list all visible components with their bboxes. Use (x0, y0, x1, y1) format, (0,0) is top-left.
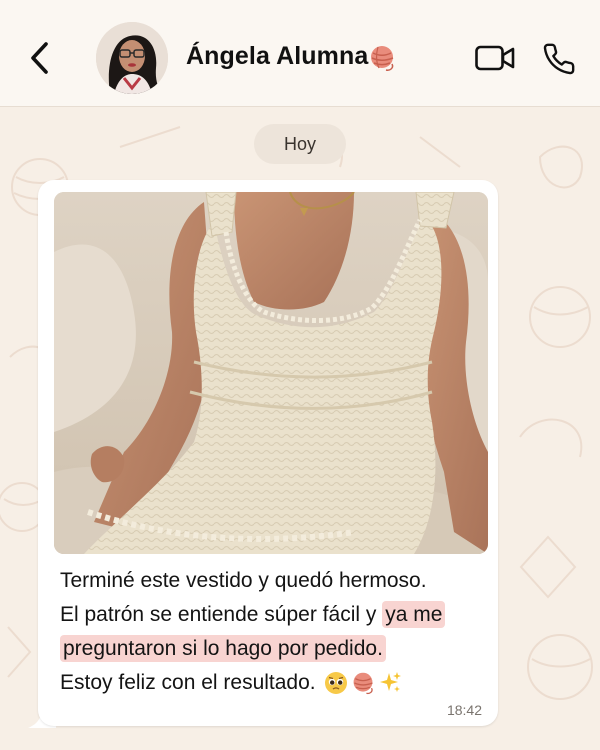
message-text-line-3: preguntaron si lo hago por pedido. (60, 632, 386, 666)
sparkles-icon (378, 671, 402, 695)
chat-header: Ángela Alumna (0, 0, 600, 107)
message-text-plain: El patrón se entiende súper fácil y (60, 603, 383, 626)
message-timestamp: 18:42 (446, 702, 482, 718)
phone-icon (543, 43, 575, 75)
yarn-ball-icon (351, 671, 375, 695)
voice-call-button[interactable] (542, 42, 576, 76)
message-photo[interactable] (54, 192, 488, 554)
yarn-ball-icon (368, 44, 396, 72)
message-text-line-2: El patrón se entiende súper fácil y ya m… (60, 598, 446, 632)
video-camera-icon (475, 45, 515, 71)
contact-name[interactable]: Ángela Alumna (186, 42, 368, 71)
message-text-plain: Estoy feliz con el resultado. (60, 671, 316, 694)
pleading-face-icon (324, 671, 348, 695)
message-text-line-4: Estoy feliz con el resultado. (60, 666, 402, 700)
date-divider: Hoy (254, 124, 346, 164)
highlighted-text: preguntaron si lo hago por pedido. (60, 635, 386, 662)
back-button[interactable] (24, 38, 58, 78)
avatar[interactable] (96, 22, 168, 94)
back-icon (31, 42, 48, 74)
message-bubble[interactable]: Terminé este vestido y quedó hermoso. El… (38, 180, 498, 726)
highlighted-text: ya me (382, 601, 446, 628)
message-text-line-1: Terminé este vestido y quedó hermoso. (60, 569, 427, 592)
video-call-button[interactable] (474, 42, 516, 74)
